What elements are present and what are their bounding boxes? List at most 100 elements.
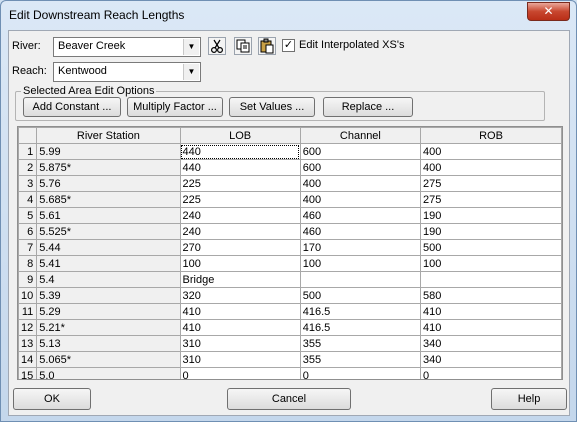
cell-lob[interactable]: 440 [179,159,301,176]
cell-channel[interactable] [299,271,422,288]
cell-rob[interactable]: 410 [420,319,562,336]
table-header-row: River Station LOB Channel ROB [18,127,562,144]
cell-lob[interactable]: 410 [179,319,301,336]
copy-icon[interactable] [234,37,252,55]
cell-lob[interactable]: 320 [179,287,301,304]
cell-river-station: 5.4 [36,271,181,288]
add-constant-button[interactable]: Add Constant ... [23,97,121,117]
scissors-icon[interactable] [208,37,226,55]
table-row: 14 5.065* 310 355 340 [18,351,562,368]
cell-channel[interactable]: 500 [299,287,422,304]
cell-lob[interactable]: 270 [179,239,301,256]
row-number: 9 [18,271,38,288]
table-row: 2 5.875* 440 600 400 [18,159,562,176]
set-values-button[interactable]: Set Values ... [229,97,315,117]
cell-channel[interactable]: 460 [299,207,422,224]
cell-rob[interactable]: 100 [420,255,562,272]
cell-channel[interactable]: 0 [299,367,422,379]
cell-rob[interactable]: 0 [420,367,562,379]
edit-interpolated-checkbox[interactable]: ✓ [282,39,295,52]
dialog-window: Edit Downstream Reach Lengths ✕ River: B… [0,0,577,422]
paste-icon[interactable] [258,37,276,55]
row-number: 5 [18,207,38,224]
cell-lob[interactable]: 225 [179,191,301,208]
cell-lob[interactable]: 440 [179,143,301,160]
river-label: River: [12,40,41,52]
cell-lob[interactable]: 410 [179,303,301,320]
row-number: 10 [18,287,38,304]
row-number: 15 [18,367,38,379]
cell-river-station: 5.39 [36,287,181,304]
cell-rob[interactable]: 340 [420,351,562,368]
cell-rob[interactable]: 275 [420,191,562,208]
table-row: 7 5.44 270 170 500 [18,239,562,256]
reach-select[interactable]: Kentwood ▼ [53,62,201,82]
cell-lob[interactable]: 240 [179,223,301,240]
table-row: 10 5.39 320 500 580 [18,287,562,304]
cell-river-station: 5.61 [36,207,181,224]
header-lob: LOB [179,127,301,144]
cell-river-station: 5.685* [36,191,181,208]
header-river-station: River Station [36,127,181,144]
cell-rob[interactable]: 410 [420,303,562,320]
cell-rob[interactable]: 400 [420,143,562,160]
cell-channel[interactable]: 355 [299,335,422,352]
cell-channel[interactable]: 400 [299,175,422,192]
river-select-value: Beaver Creek [58,40,126,52]
row-number: 7 [18,239,38,256]
row-number: 8 [18,255,38,272]
cell-rob[interactable]: 500 [420,239,562,256]
cell-rob[interactable]: 190 [420,207,562,224]
cell-channel[interactable]: 600 [299,159,422,176]
cell-channel[interactable]: 170 [299,239,422,256]
table-row: 1 5.99 440 600 400 [18,143,562,160]
edit-interpolated-label: Edit Interpolated XS's [299,39,405,51]
cell-rob[interactable]: 400 [420,159,562,176]
close-button[interactable]: ✕ [527,2,570,21]
cell-lob[interactable]: 0 [179,367,301,379]
cell-lob[interactable]: 240 [179,207,301,224]
cell-lob[interactable]: 310 [179,351,301,368]
cell-rob[interactable]: 580 [420,287,562,304]
row-number: 13 [18,335,38,352]
cell-lob[interactable]: Bridge [179,271,301,288]
row-number: 11 [18,303,38,320]
replace-button[interactable]: Replace ... [323,97,413,117]
chevron-down-icon: ▼ [183,64,199,80]
cell-rob[interactable]: 340 [420,335,562,352]
multiply-factor-button[interactable]: Multiply Factor ... [127,97,223,117]
cell-rob[interactable]: 275 [420,175,562,192]
table-row: 13 5.13 310 355 340 [18,335,562,352]
table-row: 5 5.61 240 460 190 [18,207,562,224]
cell-channel[interactable]: 600 [299,143,422,160]
cell-lob[interactable]: 100 [179,255,301,272]
reach-label: Reach: [12,65,47,77]
table-row: 8 5.41 100 100 100 [18,255,562,272]
cell-river-station: 5.13 [36,335,181,352]
cell-channel[interactable]: 355 [299,351,422,368]
group-title: Selected Area Edit Options [21,85,157,97]
header-corner [18,127,38,144]
cell-lob[interactable]: 225 [179,175,301,192]
header-channel: Channel [299,127,422,144]
cell-river-station: 5.21* [36,319,181,336]
cancel-button[interactable]: Cancel [227,388,351,410]
window-title: Edit Downstream Reach Lengths [9,8,185,22]
cell-river-station: 5.44 [36,239,181,256]
river-select[interactable]: Beaver Creek ▼ [53,37,201,57]
row-number: 14 [18,351,38,368]
ok-button[interactable]: OK [13,388,91,410]
row-number: 2 [18,159,38,176]
cell-lob[interactable]: 310 [179,335,301,352]
cell-channel[interactable]: 416.5 [299,319,422,336]
cell-rob[interactable]: 190 [420,223,562,240]
cell-river-station: 5.875* [36,159,181,176]
cell-channel[interactable]: 460 [299,223,422,240]
reach-lengths-table: River Station LOB Channel ROB 1 5.99 440 60… [17,126,563,380]
cell-channel[interactable]: 400 [299,191,422,208]
cell-channel[interactable]: 100 [299,255,422,272]
reach-select-value: Kentwood [58,65,107,77]
cell-rob[interactable] [420,271,562,288]
help-button[interactable]: Help [491,388,567,410]
cell-channel[interactable]: 416.5 [299,303,422,320]
